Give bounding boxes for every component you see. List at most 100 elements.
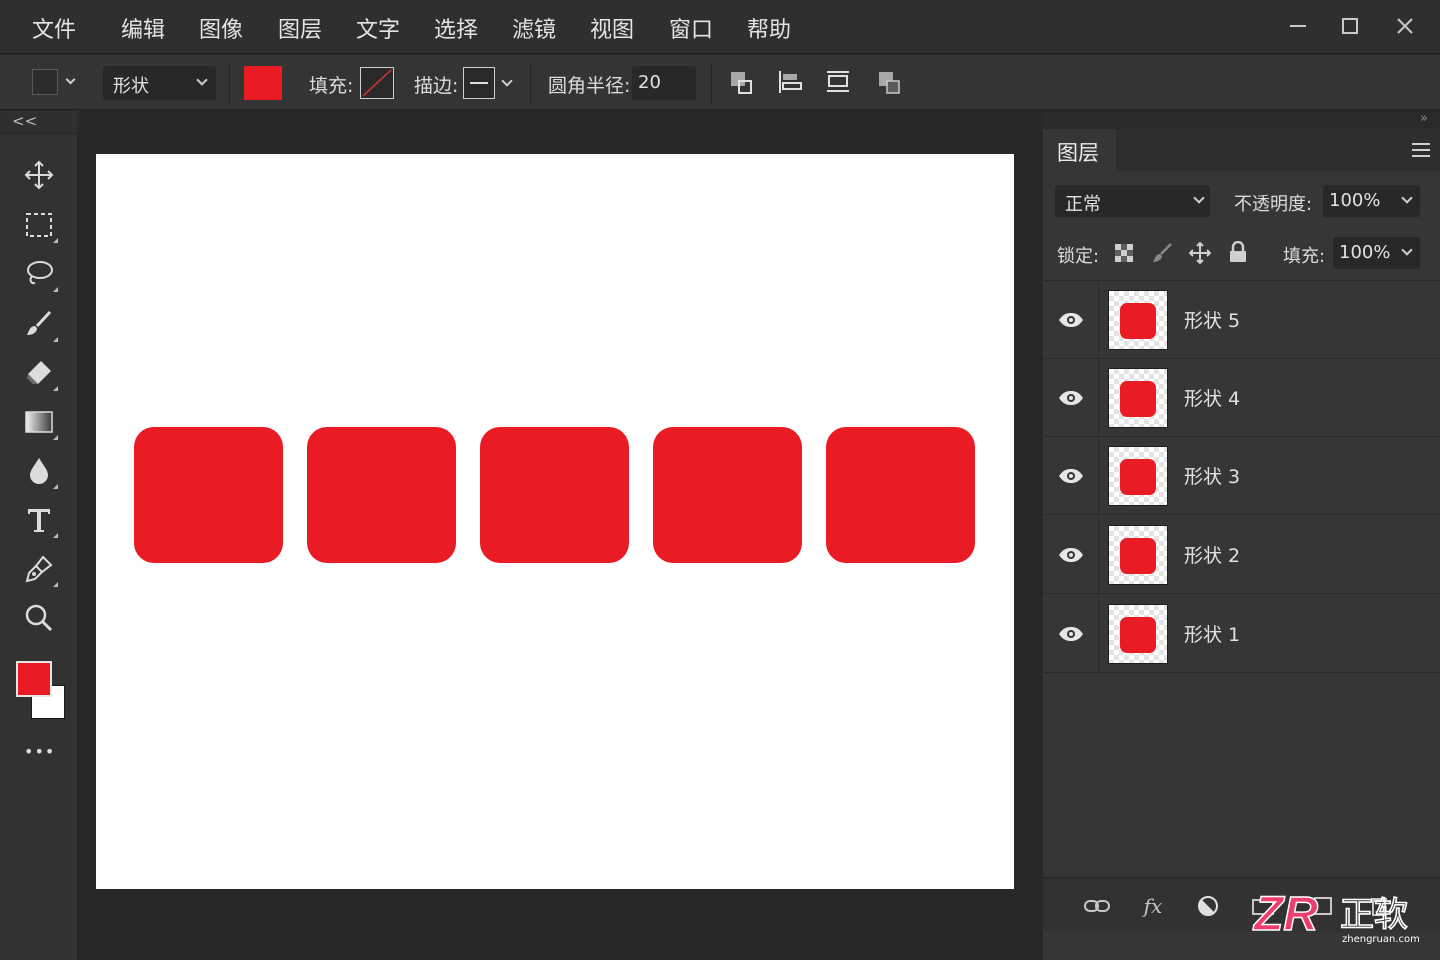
blur-tool-icon[interactable] xyxy=(19,451,59,491)
menu-type[interactable]: 文字 xyxy=(356,12,400,44)
submenu-indicator xyxy=(53,287,58,292)
menu-layer[interactable]: 图层 xyxy=(278,12,322,44)
submenu-indicator xyxy=(53,386,58,391)
right-panel-dock: » 图层 正常 不透明度: 100% 锁定: 填充: 100% 形状 5 形状 … xyxy=(1043,111,1440,960)
chevron-down-icon xyxy=(1401,192,1413,204)
menu-filter[interactable]: 滤镜 xyxy=(512,12,556,44)
lasso-tool-icon[interactable] xyxy=(19,254,59,294)
visibility-eye-icon[interactable] xyxy=(1043,359,1099,437)
move-tool-icon[interactable] xyxy=(19,155,59,195)
tool-mode-dropdown[interactable]: 形状 xyxy=(103,66,216,100)
collapse-panel-icon[interactable]: » xyxy=(1420,111,1428,126)
menu-image[interactable]: 图像 xyxy=(199,12,243,44)
layer-name: 形状 1 xyxy=(1184,624,1241,646)
visibility-eye-icon[interactable] xyxy=(1043,516,1099,594)
rounded-rect-shape-3[interactable] xyxy=(480,427,629,563)
lock-transparency-icon[interactable] xyxy=(1115,244,1133,262)
maximize-icon[interactable] xyxy=(1330,8,1370,44)
gradient-tool-icon[interactable] xyxy=(19,402,59,442)
eraser-tool-icon[interactable] xyxy=(19,353,59,393)
lock-label: 锁定: xyxy=(1057,246,1100,267)
opacity-value: 100% xyxy=(1329,190,1381,211)
tool-mode-value: 形状 xyxy=(113,76,149,97)
zr-watermark-logo: ZR 正软 zhengruan.com xyxy=(1251,884,1432,948)
layer-row[interactable]: 形状 3 xyxy=(1043,437,1440,515)
radius-value: 20 xyxy=(638,72,661,93)
tool-preset-picker[interactable] xyxy=(32,69,78,97)
toolbar-collapse-button[interactable]: << xyxy=(0,111,78,133)
divider xyxy=(530,63,531,103)
menu-file[interactable]: 文件 xyxy=(32,12,76,44)
submenu-indicator xyxy=(53,337,58,342)
layer-thumbnail xyxy=(1108,525,1168,585)
layer-row[interactable]: 形状 4 xyxy=(1043,359,1440,437)
fill-input[interactable]: 100% xyxy=(1333,237,1420,269)
stroke-type-swatch[interactable] xyxy=(463,67,495,99)
layer-thumbnail xyxy=(1108,446,1168,506)
visibility-eye-icon[interactable] xyxy=(1043,281,1099,359)
zoom-tool-icon[interactable] xyxy=(19,598,59,638)
fill-none-swatch[interactable] xyxy=(360,67,394,99)
canvas[interactable] xyxy=(96,154,1014,889)
rounded-rect-shape-2[interactable] xyxy=(307,427,456,563)
rounded-rect-shape-5[interactable] xyxy=(826,427,975,563)
visibility-eye-icon[interactable] xyxy=(1043,437,1099,515)
layer-row[interactable]: 形状 2 xyxy=(1043,516,1440,594)
document-window xyxy=(79,111,1042,960)
path-operations-icon[interactable] xyxy=(729,69,755,95)
rounded-rect-shape-1[interactable] xyxy=(134,427,283,563)
path-alignment-icon[interactable] xyxy=(777,69,803,95)
close-icon[interactable] xyxy=(1385,8,1425,44)
layer-name: 形状 5 xyxy=(1184,310,1241,332)
lock-all-icon[interactable] xyxy=(1228,240,1248,263)
blend-mode-dropdown[interactable]: 正常 xyxy=(1055,185,1210,217)
more-tools-icon[interactable]: ••• xyxy=(24,742,55,761)
radius-input[interactable]: 20 xyxy=(632,66,696,100)
layers-list: 形状 5 形状 4 形状 3 形状 2 形状 1 xyxy=(1043,281,1440,677)
rounded-rect-shape-4[interactable] xyxy=(653,427,802,563)
tab-layers[interactable]: 图层 xyxy=(1043,129,1116,171)
submenu-indicator xyxy=(53,533,58,538)
opacity-input[interactable]: 100% xyxy=(1323,185,1420,217)
stroke-label: 描边: xyxy=(414,75,459,97)
layer-row[interactable]: 形状 5 xyxy=(1043,281,1440,359)
lock-row: 锁定: 填充: 100% xyxy=(1043,223,1440,281)
foreground-color-swatch[interactable] xyxy=(16,661,52,697)
layer-row[interactable]: 形状 1 xyxy=(1043,595,1440,673)
menu-view[interactable]: 视图 xyxy=(590,12,634,44)
visibility-eye-icon[interactable] xyxy=(1043,595,1099,673)
fill-color-swatch[interactable] xyxy=(244,66,282,100)
adjustment-icon[interactable] xyxy=(1194,892,1222,920)
type-tool-icon[interactable] xyxy=(19,500,59,540)
submenu-indicator xyxy=(53,582,58,587)
marquee-tool-icon[interactable] xyxy=(19,205,59,245)
shape-preset-icon xyxy=(32,69,58,95)
panel-tab-bar: 图层 xyxy=(1043,129,1440,171)
link-icon[interactable] xyxy=(1083,892,1111,920)
menu-edit[interactable]: 编辑 xyxy=(121,12,165,44)
settings-gear-icon[interactable] xyxy=(877,69,903,95)
menu-window[interactable]: 窗口 xyxy=(669,12,713,44)
layer-name: 形状 4 xyxy=(1184,388,1241,410)
divider xyxy=(229,63,230,103)
thumbnail-shape xyxy=(1120,538,1156,574)
tools-panel: ••• xyxy=(0,134,78,960)
submenu-indicator xyxy=(53,238,58,243)
thumbnail-shape xyxy=(1120,459,1156,495)
brush-tool-icon[interactable] xyxy=(19,304,59,344)
chevron-down-icon[interactable] xyxy=(501,75,513,87)
watermark-brand: 正软 xyxy=(1340,895,1408,935)
lock-position-icon[interactable] xyxy=(1188,241,1212,265)
path-arrangement-icon[interactable] xyxy=(825,69,851,95)
fx-icon[interactable]: fx xyxy=(1139,892,1167,920)
pen-tool-icon[interactable] xyxy=(19,549,59,589)
opacity-label: 不透明度: xyxy=(1234,194,1313,215)
menu-help[interactable]: 帮助 xyxy=(747,12,791,44)
minimize-icon[interactable] xyxy=(1278,8,1318,44)
lock-pixels-brush-icon[interactable] xyxy=(1151,242,1173,264)
layer-name: 形状 2 xyxy=(1184,545,1241,567)
menu-select[interactable]: 选择 xyxy=(434,12,478,44)
chevron-down-icon xyxy=(1401,244,1413,256)
divider xyxy=(711,63,712,103)
panel-menu-icon[interactable] xyxy=(1412,142,1430,158)
